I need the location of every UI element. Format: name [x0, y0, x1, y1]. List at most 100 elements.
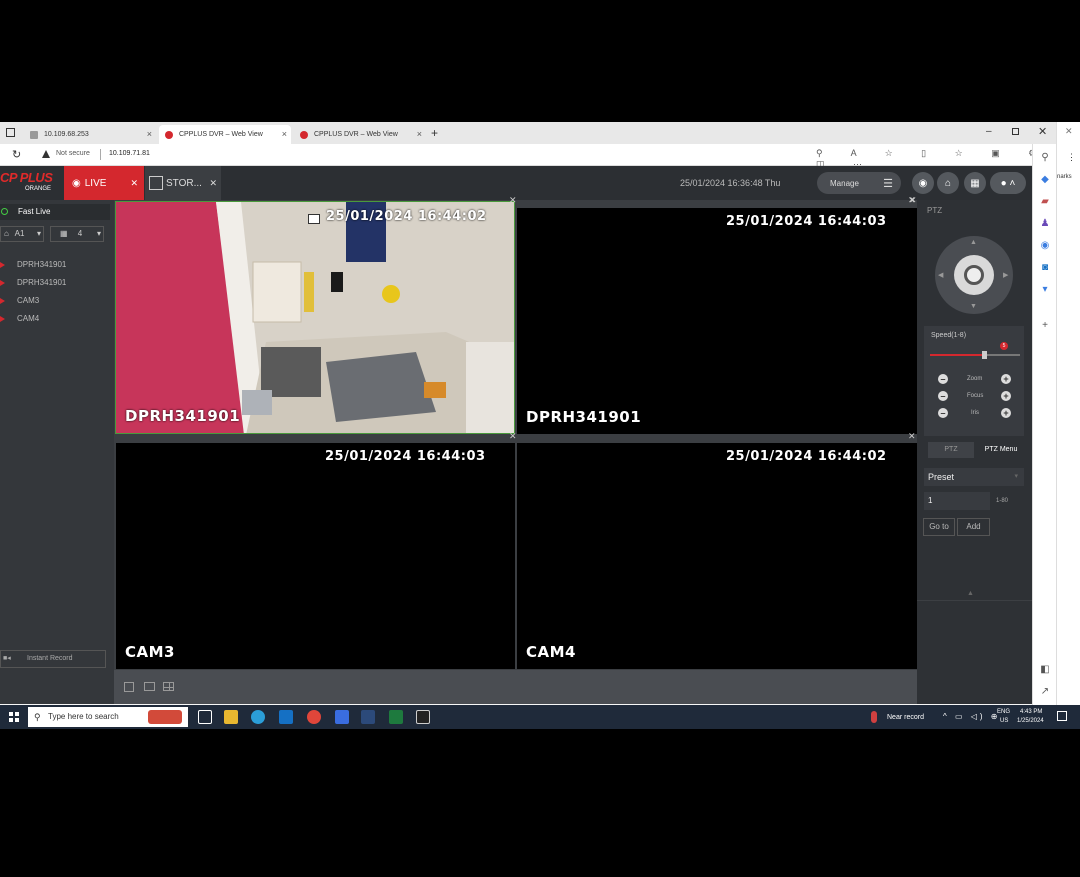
speed-slider-handle[interactable] — [982, 351, 987, 359]
iris-close-button[interactable]: – — [938, 408, 948, 418]
manage-button[interactable]: Manage ☰ — [817, 172, 901, 194]
app-icon[interactable] — [335, 710, 349, 724]
arrow-left-icon[interactable]: ◀ — [938, 271, 943, 279]
edge-icon[interactable] — [251, 710, 265, 724]
ptz-direction-pad[interactable]: ▲ ▼ ◀ ▶ — [935, 236, 1013, 314]
focus-in-button[interactable]: + — [1001, 391, 1011, 401]
external-link-icon[interactable]: ↗ — [1039, 686, 1051, 698]
fullscreen-icon[interactable] — [124, 682, 134, 692]
tab-live[interactable]: ◉ LIVE ✕ — [64, 166, 144, 200]
browser-tab-3[interactable]: CPPLUS DVR – Web View × — [294, 125, 426, 144]
file-explorer-icon[interactable] — [224, 710, 238, 724]
browser-tab-2[interactable]: CPPLUS DVR – Web View × — [159, 125, 291, 144]
add-preset-button[interactable]: Add — [957, 518, 990, 536]
collapse-icon[interactable]: ▲ — [967, 590, 974, 597]
camera-item[interactable]: CAM4 — [0, 312, 39, 326]
url-text[interactable]: 10.109.71.81 — [109, 150, 150, 157]
preset-select[interactable]: Preset ▾ — [924, 468, 1024, 486]
camera-item[interactable]: DPRH341901 — [0, 258, 66, 272]
channel-label: DPRH341901 — [526, 408, 642, 426]
terminal-icon[interactable] — [416, 710, 430, 724]
playback-icon[interactable] — [308, 214, 320, 224]
grid-icon[interactable]: ▦ — [964, 172, 986, 194]
app-icon-2[interactable] — [361, 710, 375, 724]
new-tab-icon[interactable]: + — [431, 126, 438, 140]
excel-icon[interactable] — [389, 710, 403, 724]
close-icon[interactable]: × — [282, 129, 287, 139]
close-icon[interactable]: ✕ — [908, 431, 916, 442]
outlook-icon[interactable] — [279, 710, 293, 724]
outlook-icon[interactable]: ◙ — [1039, 262, 1051, 274]
tab-ptz[interactable]: PTZ — [928, 442, 974, 458]
taskbar-search[interactable]: ⚲ Type here to search — [28, 707, 188, 727]
iris-open-button[interactable]: + — [1001, 408, 1011, 418]
single-view-icon[interactable] — [144, 682, 155, 691]
stream-select[interactable]: ⌂ A1 ▾ — [0, 226, 44, 242]
speed-slider[interactable] — [930, 351, 1020, 359]
search-icon[interactable]: ⚲ — [1039, 152, 1051, 164]
task-view-icon[interactable] — [198, 710, 212, 724]
notification-icon[interactable] — [1057, 711, 1067, 721]
close-icon[interactable]: ✕ — [509, 431, 517, 442]
refresh-icon[interactable]: ↻ — [12, 148, 21, 161]
shopping-icon[interactable]: ◆ — [1039, 174, 1051, 186]
games-icon[interactable]: ♟ — [1039, 218, 1051, 230]
add-icon[interactable]: + — [1039, 320, 1051, 332]
arrow-right-icon[interactable]: ▶ — [1003, 271, 1008, 279]
weather-text[interactable]: Near record — [887, 714, 924, 721]
tools-icon[interactable]: ▰ — [1039, 196, 1051, 208]
windows-start-icon[interactable] — [9, 712, 19, 722]
zoom-in-button[interactable]: + — [1001, 374, 1011, 384]
video-tile-2[interactable]: 25/01/2024 16:44:03 DPRH341901 — [517, 208, 917, 434]
browser-tab-1[interactable]: 10.109.68.253 × — [24, 125, 156, 144]
close-icon[interactable]: × — [417, 129, 422, 139]
camera-item[interactable]: DPRH341901 — [0, 276, 66, 290]
tab-storage[interactable]: STOR... ✕ — [145, 166, 221, 200]
clock-time[interactable]: 4:43 PM — [1020, 709, 1042, 715]
close-icon[interactable]: ✕ — [1065, 126, 1073, 137]
close-icon[interactable]: ✕ — [509, 195, 517, 206]
close-icon[interactable]: ✕ — [130, 178, 138, 189]
instant-record-button[interactable]: ■◂ Instant Record — [0, 650, 106, 668]
preset-number-input[interactable]: 1 — [924, 492, 990, 510]
language[interactable]: ENG — [997, 709, 1010, 715]
split-select[interactable]: ▦ 4 ▾ — [50, 226, 104, 242]
user-icon[interactable]: ● ˄ — [990, 172, 1026, 194]
designer-icon[interactable]: ▾ — [1039, 284, 1051, 296]
ptz-center-button[interactable] — [954, 255, 994, 295]
office-icon[interactable]: ◉ — [1039, 240, 1051, 252]
focus-out-button[interactable]: – — [938, 391, 948, 401]
ptz-center-icon — [964, 265, 984, 285]
minimize-icon[interactable]: – — [986, 126, 992, 137]
menu-icon[interactable]: ⋮ — [1067, 152, 1076, 163]
zoom-label: Zoom — [967, 376, 983, 382]
split-screen-icon[interactable]: ◧ — [1039, 664, 1051, 676]
video-tile-4[interactable]: 25/01/2024 16:44:02 CAM4 — [517, 443, 917, 669]
maximize-icon[interactable] — [1012, 128, 1019, 135]
chrome-icon[interactable] — [307, 710, 321, 724]
tray-icons[interactable]: ^ ▭ ◁) ⊕ — [943, 712, 1001, 721]
arrow-down-icon[interactable]: ▼ — [970, 303, 977, 310]
video-tile-1[interactable]: 25/01/2024 16:44:02 DPRH341901 — [115, 201, 515, 434]
tab-ptz-menu[interactable]: PTZ Menu — [978, 442, 1024, 458]
close-icon[interactable]: ✕ — [909, 195, 917, 206]
quad-view-icon[interactable] — [163, 682, 174, 691]
home-icon[interactable]: ⌂ — [937, 172, 959, 194]
arrow-up-icon[interactable]: ▲ — [970, 239, 977, 246]
fast-live-button[interactable]: Fast Live — [0, 204, 110, 220]
zoom-out-button[interactable]: – — [938, 374, 948, 384]
region[interactable]: US — [1000, 718, 1008, 724]
tab-title: 10.109.68.253 — [44, 131, 89, 138]
close-icon[interactable]: ✕ — [209, 178, 217, 189]
security-status[interactable]: Not secure — [56, 150, 90, 157]
tab-actions-icon[interactable] — [6, 128, 15, 137]
close-window-icon[interactable]: ✕ — [1038, 125, 1047, 138]
split-select-value: 4 — [77, 229, 83, 238]
eye-icon[interactable]: ◉ — [912, 172, 934, 194]
clock-date[interactable]: 1/25/2024 — [1017, 718, 1044, 724]
close-icon[interactable]: × — [147, 129, 152, 139]
browser-tab-bar: 10.109.68.253 × CPPLUS DVR – Web View × … — [0, 122, 1056, 144]
video-tile-3[interactable]: 25/01/2024 16:44:03 CAM3 — [116, 443, 515, 669]
camera-item[interactable]: CAM3 — [0, 294, 39, 308]
goto-preset-button[interactable]: Go to — [923, 518, 955, 536]
